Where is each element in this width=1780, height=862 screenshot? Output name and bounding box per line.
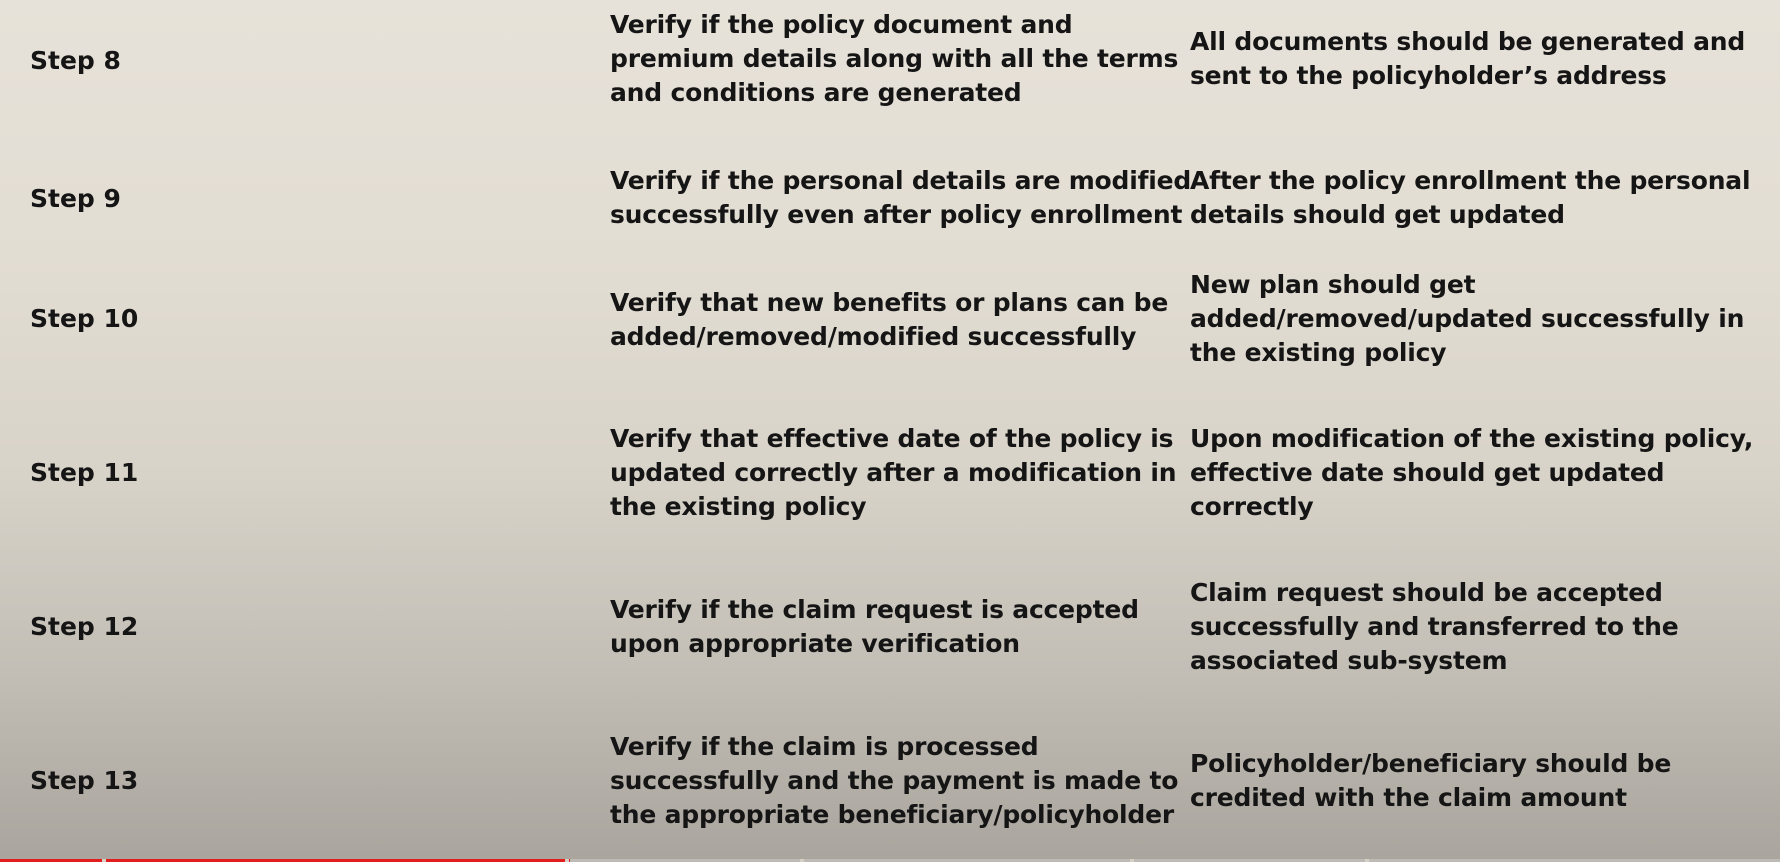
expected-result: Claim request should be accepted success… [1190,576,1770,678]
expected-line: details should get updated [1190,200,1565,229]
description-line: Verify if the policy document and [610,10,1073,39]
expected-line: Claim request should be accepted [1190,578,1663,607]
description-line: the appropriate beneficiary/policyholder [610,800,1174,829]
expected-line: Policyholder/beneficiary should be [1190,749,1672,778]
description-line: successfully and the payment is made to [610,766,1179,795]
step-label: Step 12 [30,612,139,641]
expected-result: Policyholder/beneficiary should be credi… [1190,747,1770,815]
expected-result: New plan should get added/removed/update… [1190,268,1770,370]
description-line: successfully even after policy enrollmen… [610,200,1183,229]
expected-line: All documents should be generated and [1190,27,1746,56]
slide: Step 8 Verify if the policy document and… [0,0,1780,862]
description-line: Verify if the personal details are modif… [610,166,1192,195]
test-description: Verify if the personal details are modif… [610,164,1192,232]
description-line: Verify that new benefits or plans can be [610,288,1169,317]
step-label: Step 8 [30,46,121,75]
expected-line: effective date should get updated [1190,458,1665,487]
test-description: Verify if the claim is processed success… [610,730,1180,832]
expected-line: the existing policy [1190,338,1447,367]
step-label: Step 13 [30,766,139,795]
description-line: Verify that effective date of the policy… [610,424,1174,453]
expected-result: Upon modification of the existing policy… [1190,422,1770,524]
test-description: Verify that effective date of the policy… [610,422,1180,524]
description-line: and conditions are generated [610,78,1022,107]
description-line: premium details along with all the terms [610,44,1179,73]
description-line: Verify if the claim is processed [610,732,1039,761]
expected-line: associated sub-system [1190,646,1508,675]
step-label: Step 9 [30,184,121,213]
description-line: Verify if the claim request is accepted [610,595,1139,624]
test-description: Verify if the policy document and premiu… [610,8,1180,110]
test-description: Verify that new benefits or plans can be… [610,286,1180,354]
description-line: added/removed/modified successfully [610,322,1137,351]
expected-line: credited with the claim amount [1190,783,1627,812]
test-description: Verify if the claim request is accepted … [610,593,1180,661]
expected-result: All documents should be generated and se… [1190,25,1770,93]
expected-line: successfully and transferred to the [1190,612,1679,641]
description-line: updated correctly after a modification i… [610,458,1177,487]
expected-line: After the policy enrollment the personal [1190,166,1751,195]
expected-result: After the policy enrollment the personal… [1190,164,1770,232]
description-line: upon appropriate verification [610,629,1020,658]
expected-line: added/removed/updated successfully in [1190,304,1745,333]
expected-line: New plan should get [1190,270,1476,299]
description-line: the existing policy [610,492,867,521]
expected-line: Upon modification of the existing policy… [1190,424,1754,453]
expected-line: sent to the policyholder’s address [1190,61,1667,90]
expected-line: correctly [1190,492,1314,521]
step-label: Step 10 [30,304,139,333]
step-label: Step 11 [30,458,139,487]
